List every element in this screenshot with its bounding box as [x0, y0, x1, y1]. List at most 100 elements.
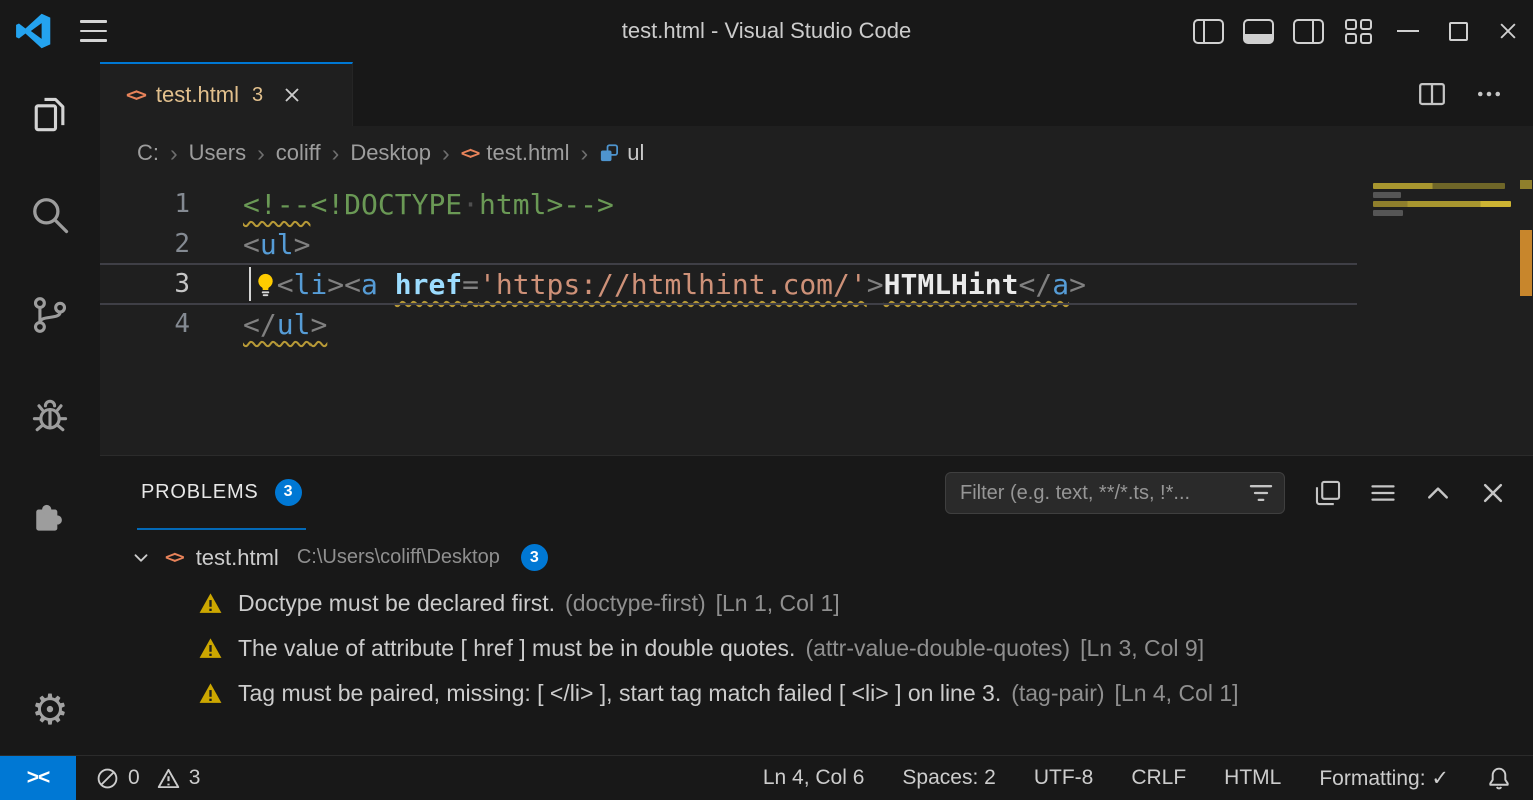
vscode-logo-icon: [0, 13, 66, 49]
line-number: 2: [100, 229, 243, 259]
code-token: <: [344, 268, 361, 301]
indentation[interactable]: Spaces: 2: [902, 766, 995, 790]
code-token: >: [310, 308, 327, 341]
maximize-button[interactable]: [1433, 0, 1483, 62]
more-actions-icon[interactable]: [1475, 80, 1503, 108]
customize-layout-icon[interactable]: [1333, 0, 1383, 62]
warnings-icon: [157, 767, 180, 790]
breadcrumb-item-testhtml[interactable]: <>test.html: [461, 140, 570, 166]
lightbulb-icon[interactable]: [253, 272, 278, 297]
code-line-2[interactable]: 2<ul>: [100, 224, 1533, 264]
tab-problems-count: 3: [252, 84, 263, 107]
code-token: ·: [462, 188, 479, 221]
view-as-list-icon[interactable]: [1369, 479, 1397, 507]
notifications-bell-icon[interactable]: [1487, 766, 1511, 790]
line-number: 3: [100, 269, 243, 299]
settings-gear-icon[interactable]: ⚙: [0, 681, 100, 739]
status-problems[interactable]: 0 3: [80, 766, 216, 790]
window-controls: [1183, 0, 1533, 62]
source-control-icon[interactable]: [0, 286, 100, 344]
code-text: <li><a href='https://htmlhint.com/'>HTML…: [243, 268, 1086, 301]
split-editor-icon[interactable]: [1417, 79, 1447, 109]
breadcrumb-separator-icon: ›: [581, 140, 589, 167]
eol-sequence[interactable]: CRLF: [1131, 766, 1186, 790]
explorer-icon[interactable]: [0, 86, 100, 144]
tab-close-icon[interactable]: [282, 85, 302, 105]
problems-filter-input[interactable]: [960, 482, 1248, 505]
code-token: >: [1069, 268, 1086, 301]
breadcrumb-label: coliff: [276, 140, 321, 166]
code-text: </ul>: [243, 308, 327, 341]
toggle-panel-icon[interactable]: [1233, 0, 1283, 62]
problem-location: [Ln 1, Col 1]: [716, 590, 840, 616]
breadcrumb-item-desktop[interactable]: Desktop: [350, 140, 431, 166]
tab-label: test.html: [156, 82, 239, 108]
problems-file-name: test.html: [196, 545, 279, 571]
code-token: a: [1052, 268, 1069, 301]
problems-file-path: C:\Users\coliff\Desktop: [297, 546, 500, 569]
run-debug-icon[interactable]: [0, 386, 100, 444]
open-editors-icon[interactable]: [1314, 479, 1342, 507]
line-number: 1: [100, 189, 243, 219]
problem-row[interactable]: Tag must be paired, missing: [ </li> ], …: [100, 671, 1533, 716]
breadcrumb-item-c[interactable]: C:: [137, 140, 159, 166]
problem-row[interactable]: Doctype must be declared first.(doctype-…: [100, 581, 1533, 626]
code-line-3[interactable]: 3 <li><a href='https://htmlhint.com/'>HT…: [100, 264, 1533, 304]
breadcrumb-label: test.html: [486, 140, 569, 166]
problem-source: (doctype-first): [565, 590, 706, 616]
problem-message: The value of attribute [ href ] must be …: [238, 635, 795, 661]
code-line-4[interactable]: 4</ul>: [100, 304, 1533, 344]
maximize-panel-icon[interactable]: [1424, 479, 1452, 507]
status-bar: >< 0 3 Ln 4, Col 6 Spaces: 2 UTF-8 CRLF …: [0, 755, 1533, 800]
code-token: li: [294, 268, 328, 301]
editor-actions: [1417, 62, 1533, 126]
breadcrumb-item-ul[interactable]: ul: [599, 140, 644, 166]
problems-file-row[interactable]: <> test.html C:\Users\coliff\Desktop 3: [100, 534, 1533, 581]
status-right: Ln 4, Col 6 Spaces: 2 UTF-8 CRLF HTML Fo…: [763, 766, 1533, 791]
encoding[interactable]: UTF-8: [1034, 766, 1094, 790]
close-panel-icon[interactable]: [1479, 479, 1507, 507]
code-token: >: [294, 228, 311, 261]
code-text: <!--<!DOCTYPE·html>-->: [243, 188, 614, 221]
warning-icon: [198, 636, 223, 661]
file-problems-badge: 3: [521, 544, 548, 571]
code-token: <!--: [243, 188, 310, 221]
search-icon[interactable]: [0, 186, 100, 244]
minimize-button[interactable]: [1383, 0, 1433, 62]
breadcrumb-item-coliff[interactable]: coliff: [276, 140, 321, 166]
warning-icon: [198, 681, 223, 706]
breadcrumb-item-users[interactable]: Users: [189, 140, 246, 166]
code-token: >: [867, 268, 884, 301]
problem-source: (tag-pair): [1011, 680, 1104, 706]
problem-source: (attr-value-double-quotes): [805, 635, 1070, 661]
code-token: html>-->: [479, 188, 614, 221]
remote-indicator[interactable]: ><: [0, 756, 76, 800]
editor-group: <> test.html 3 C:›Users›coliff›Desktop›<…: [100, 62, 1533, 755]
breadcrumb-label: Users: [189, 140, 246, 166]
symbol-element-icon: [599, 143, 619, 163]
toggle-secondary-sidebar-icon[interactable]: [1283, 0, 1333, 62]
formatting-status[interactable]: Formatting: ✓: [1319, 766, 1449, 791]
cursor-position[interactable]: Ln 4, Col 6: [763, 766, 865, 790]
activity-bar: ⚙: [0, 62, 100, 755]
tab-test-html[interactable]: <> test.html 3: [100, 62, 353, 126]
menu-hamburger-icon[interactable]: [66, 9, 122, 53]
line-number: 4: [100, 309, 243, 339]
language-mode[interactable]: HTML: [1224, 766, 1281, 790]
code-token: <: [277, 268, 294, 301]
code-text: <ul>: [243, 228, 310, 261]
text-cursor: [249, 267, 251, 301]
problems-panel: PROBLEMS 3: [100, 455, 1533, 755]
errors-icon: [96, 767, 119, 790]
code-token: =: [462, 268, 479, 301]
code-line-1[interactable]: 1<!--<!DOCTYPE·html>-->: [100, 184, 1533, 224]
extensions-icon[interactable]: [0, 486, 100, 544]
panel-actions: [1314, 479, 1507, 507]
code-editor[interactable]: 1<!--<!DOCTYPE·html>-->2<ul>3 <li><a hre…: [100, 180, 1533, 455]
problem-row[interactable]: The value of attribute [ href ] must be …: [100, 626, 1533, 671]
breadcrumb-label: ul: [627, 140, 644, 166]
close-button[interactable]: [1483, 0, 1533, 62]
code-token: </: [243, 308, 277, 341]
toggle-primary-sidebar-icon[interactable]: [1183, 0, 1233, 62]
tab-problems[interactable]: PROBLEMS 3: [137, 456, 306, 530]
